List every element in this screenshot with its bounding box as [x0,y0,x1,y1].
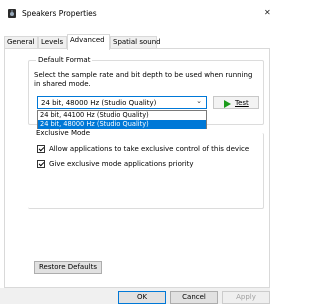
sample-rate-dropdown[interactable]: 24 bit, 48000 Hz (Studio Quality) ⌄ [37,96,207,109]
title-bar: Speakers Properties ✕ [0,0,272,26]
play-icon [224,100,231,108]
allow-exclusive-checkbox[interactable] [37,145,45,153]
exclusive-priority-checkbox[interactable] [37,160,45,168]
chevron-down-icon[interactable]: ⌄ [196,97,202,105]
test-button[interactable]: Test [213,96,259,109]
exclusive-mode-legend: Exclusive Mode [36,129,91,137]
sample-rate-selected-value: 24 bit, 48000 Hz (Studio Quality) [41,99,157,107]
close-icon[interactable]: ✕ [264,8,272,17]
exclusive-priority-label[interactable]: Give exclusive mode applications priorit… [49,160,194,168]
speaker-icon [8,9,16,18]
default-format-description: Select the sample rate and bit depth to … [34,71,253,88]
apply-button[interactable]: Apply [222,291,270,304]
cancel-button[interactable]: Cancel [170,291,218,304]
ok-button[interactable]: OK [118,291,166,304]
sample-rate-options-list: 24 bit, 44100 Hz (Studio Quality) 24 bit… [37,110,207,129]
allow-exclusive-label[interactable]: Allow applications to take exclusive con… [49,145,249,153]
window-title: Speakers Properties [22,9,97,18]
sample-rate-option-selected[interactable]: 24 bit, 48000 Hz (Studio Quality) [38,120,206,129]
sample-rate-option[interactable]: 24 bit, 44100 Hz (Studio Quality) [38,111,206,120]
test-button-label: Test [235,99,249,107]
tab-advanced[interactable]: Advanced [67,34,110,50]
default-format-legend: Default Format [36,56,93,64]
restore-defaults-button[interactable]: Restore Defaults [34,261,102,274]
